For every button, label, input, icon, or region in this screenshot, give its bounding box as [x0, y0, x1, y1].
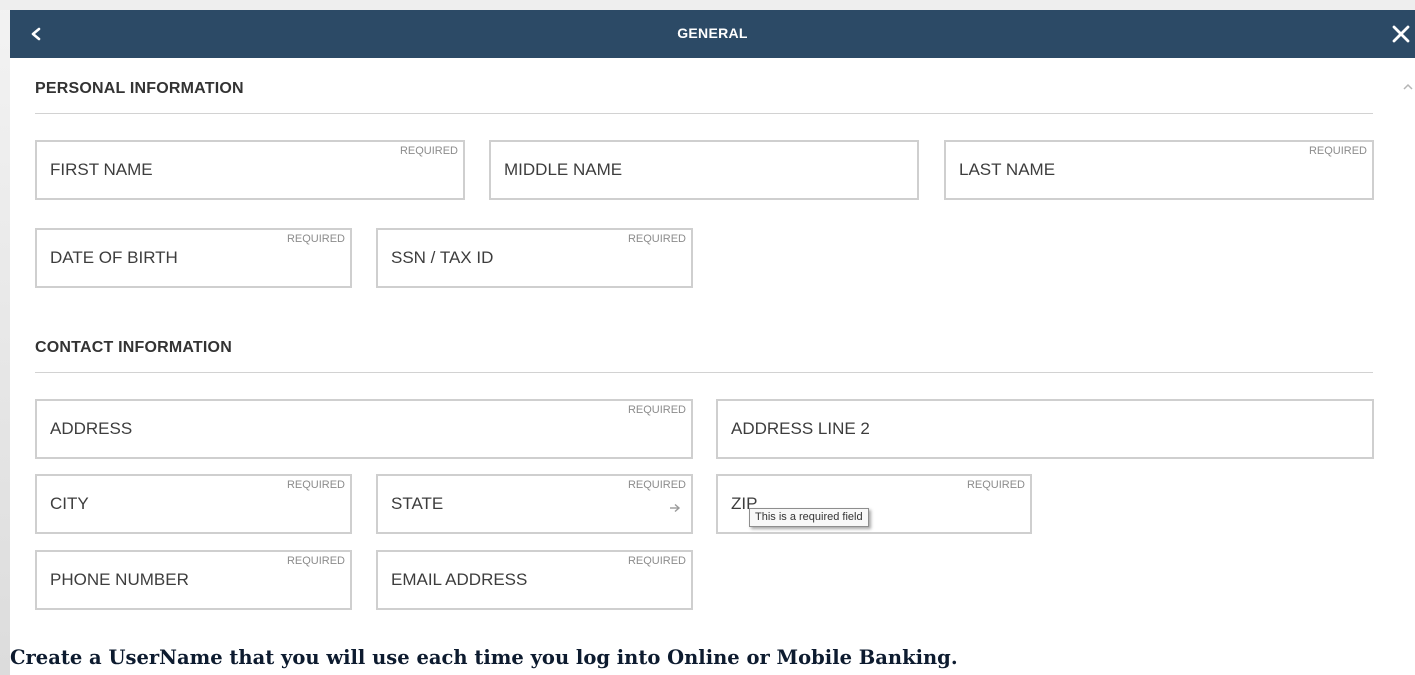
phone-number-field[interactable]: PHONE NUMBER REQUIRED: [35, 550, 352, 610]
arrow-right-icon: [669, 500, 681, 518]
first-name-field[interactable]: FIRST NAME REQUIRED: [35, 140, 465, 200]
required-badge: REQUIRED: [1308, 145, 1367, 157]
phone-number-label: PHONE NUMBER: [50, 570, 189, 589]
first-name-label: FIRST NAME: [50, 160, 153, 179]
personal-information-heading: PERSONAL INFORMATION: [35, 80, 244, 97]
required-badge: REQUIRED: [627, 479, 686, 491]
contact-information-heading: CONTACT INFORMATION: [35, 339, 232, 356]
background-top: [0, 0, 1415, 10]
background-edge: [0, 0, 10, 675]
required-field-tooltip: This is a required field: [749, 508, 869, 527]
email-address-label: EMAIL ADDRESS: [391, 570, 528, 589]
address-label: ADDRESS: [50, 419, 133, 438]
last-name-label: LAST NAME: [959, 160, 1056, 179]
required-badge: REQUIRED: [966, 479, 1025, 491]
middle-name-field[interactable]: MIDDLE NAME: [489, 140, 919, 200]
address-line-2-label: ADDRESS LINE 2: [731, 419, 870, 438]
required-badge: REQUIRED: [627, 404, 686, 416]
city-label: CITY: [50, 494, 89, 513]
scroll-up-arrow[interactable]: [1401, 78, 1415, 94]
required-badge: REQUIRED: [627, 555, 686, 567]
required-badge: REQUIRED: [399, 145, 458, 157]
ssn-tax-id-label: SSN / TAX ID: [391, 248, 494, 267]
address-line-2-field[interactable]: ADDRESS LINE 2: [716, 399, 1374, 459]
chevron-up-icon: [1403, 83, 1413, 90]
personal-divider: [35, 113, 1373, 114]
contact-divider: [35, 372, 1373, 373]
close-icon: [1392, 25, 1410, 43]
modal-header: GENERAL: [10, 10, 1415, 58]
required-badge: REQUIRED: [286, 233, 345, 245]
last-name-field[interactable]: LAST NAME REQUIRED: [944, 140, 1374, 200]
close-button[interactable]: [1387, 20, 1415, 48]
general-modal: GENERAL PERSONAL INFORMATION FIRST NAME …: [10, 10, 1415, 675]
required-badge: REQUIRED: [286, 555, 345, 567]
state-label: STATE: [391, 494, 444, 513]
email-address-field[interactable]: EMAIL ADDRESS REQUIRED: [376, 550, 693, 610]
username-instruction: Create a UserName that you will use each…: [10, 646, 958, 669]
address-field[interactable]: ADDRESS REQUIRED: [35, 399, 693, 459]
modal-title: GENERAL: [677, 25, 748, 41]
required-badge: REQUIRED: [627, 233, 686, 245]
date-of-birth-field[interactable]: DATE OF BIRTH REQUIRED: [35, 228, 352, 288]
ssn-tax-id-field[interactable]: SSN / TAX ID REQUIRED: [376, 228, 693, 288]
middle-name-label: MIDDLE NAME: [504, 160, 623, 179]
date-of-birth-label: DATE OF BIRTH: [50, 248, 178, 267]
city-field[interactable]: CITY REQUIRED: [35, 474, 352, 534]
state-select[interactable]: STATE REQUIRED: [376, 474, 693, 534]
required-badge: REQUIRED: [286, 479, 345, 491]
